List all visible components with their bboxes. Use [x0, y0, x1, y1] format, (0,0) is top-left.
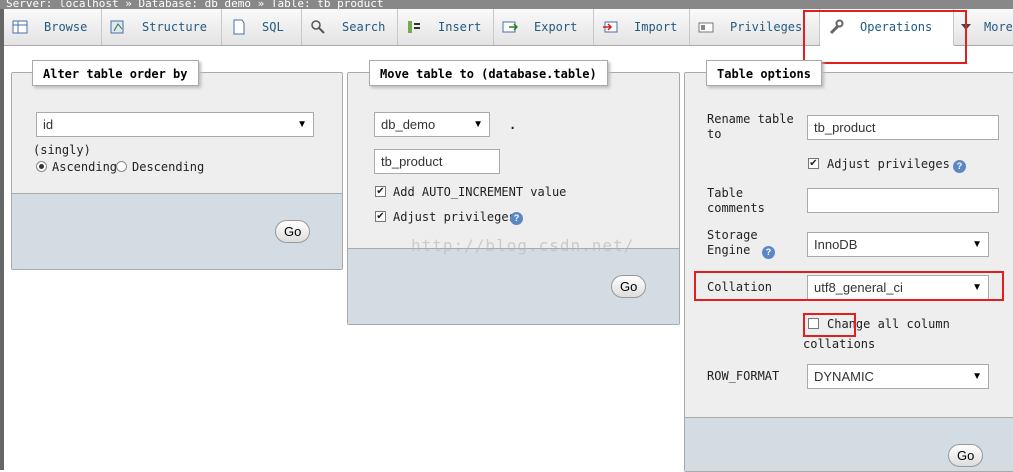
- row-format-select[interactable]: DYNAMIC ▼: [807, 364, 989, 389]
- move-adjust-privileges-label: Adjust privileges: [393, 210, 516, 224]
- dropdown-arrow-icon: ▼: [972, 239, 982, 250]
- structure-icon: [110, 19, 126, 35]
- table-options-legend: Table options: [706, 60, 822, 86]
- search-icon: [310, 19, 326, 35]
- dot-separator: .: [509, 118, 517, 132]
- tab-privileges[interactable]: Privileges: [690, 9, 820, 45]
- help-icon[interactable]: ?: [510, 212, 523, 225]
- descending-radio[interactable]: [116, 161, 127, 172]
- privileges-icon: [698, 19, 714, 35]
- window-edge: [0, 9, 4, 470]
- auto-increment-label: Add AUTO_INCREMENT value: [393, 185, 567, 199]
- import-icon: [602, 19, 618, 35]
- ascending-label: Ascending: [52, 160, 118, 174]
- move-go-button[interactable]: Go: [611, 275, 647, 298]
- change-all-label-line2: collations: [803, 337, 876, 351]
- breadcrumb: Server: localhost » Database: db_demo » …: [0, 0, 1013, 9]
- target-database-select[interactable]: db_demo ▼: [374, 112, 490, 137]
- tab-export[interactable]: Export: [494, 9, 594, 45]
- target-table-input[interactable]: tb_product: [374, 149, 500, 174]
- comments-input[interactable]: [807, 188, 999, 213]
- order-go-button[interactable]: Go: [275, 220, 311, 243]
- tab-structure[interactable]: Structure: [102, 9, 222, 45]
- descending-label: Descending: [132, 160, 205, 174]
- rename-label: Rename table to: [707, 112, 794, 141]
- singly-label: (singly): [33, 143, 91, 157]
- change-all-highlight: [803, 313, 856, 337]
- move-table-legend: Move table to (database.table): [369, 60, 608, 86]
- options-go-button[interactable]: Go: [948, 444, 984, 467]
- collation-highlight: [694, 271, 1004, 301]
- browse-icon: [12, 19, 28, 35]
- help-icon[interactable]: ?: [953, 160, 966, 173]
- insert-icon: [406, 19, 422, 35]
- operations-highlight: [803, 10, 967, 64]
- export-icon: [502, 19, 519, 35]
- tab-sql[interactable]: SQL: [222, 9, 302, 45]
- sql-icon: [230, 19, 246, 35]
- help-icon[interactable]: ?: [762, 246, 775, 259]
- comments-label: Table comments: [707, 186, 765, 215]
- rename-input[interactable]: tb_product: [807, 115, 999, 140]
- order-column-select[interactable]: id ▼: [36, 112, 314, 137]
- ascending-radio[interactable]: [36, 161, 47, 172]
- alter-order-legend: Alter table order by: [32, 60, 199, 86]
- dropdown-arrow-icon: ▼: [473, 119, 483, 130]
- options-adjust-privileges-checkbox[interactable]: ✔: [808, 158, 819, 169]
- tab-search[interactable]: Search: [302, 9, 398, 45]
- storage-engine-select[interactable]: InnoDB ▼: [807, 232, 989, 257]
- row-format-label: ROW_FORMAT: [707, 369, 780, 383]
- tab-insert[interactable]: Insert: [398, 9, 494, 45]
- options-adjust-privileges-label: Adjust privileges: [827, 157, 950, 171]
- move-adjust-privileges-checkbox[interactable]: ✔: [375, 211, 386, 222]
- tab-browse[interactable]: Browse: [4, 9, 102, 45]
- auto-increment-checkbox[interactable]: ✔: [375, 186, 386, 197]
- dropdown-arrow-icon: ▼: [297, 119, 307, 130]
- tab-import[interactable]: Import: [594, 9, 690, 45]
- watermark: http://blog.csdn.net/: [411, 236, 635, 255]
- engine-label: Storage Engine: [707, 228, 758, 257]
- dropdown-arrow-icon: ▼: [972, 371, 982, 382]
